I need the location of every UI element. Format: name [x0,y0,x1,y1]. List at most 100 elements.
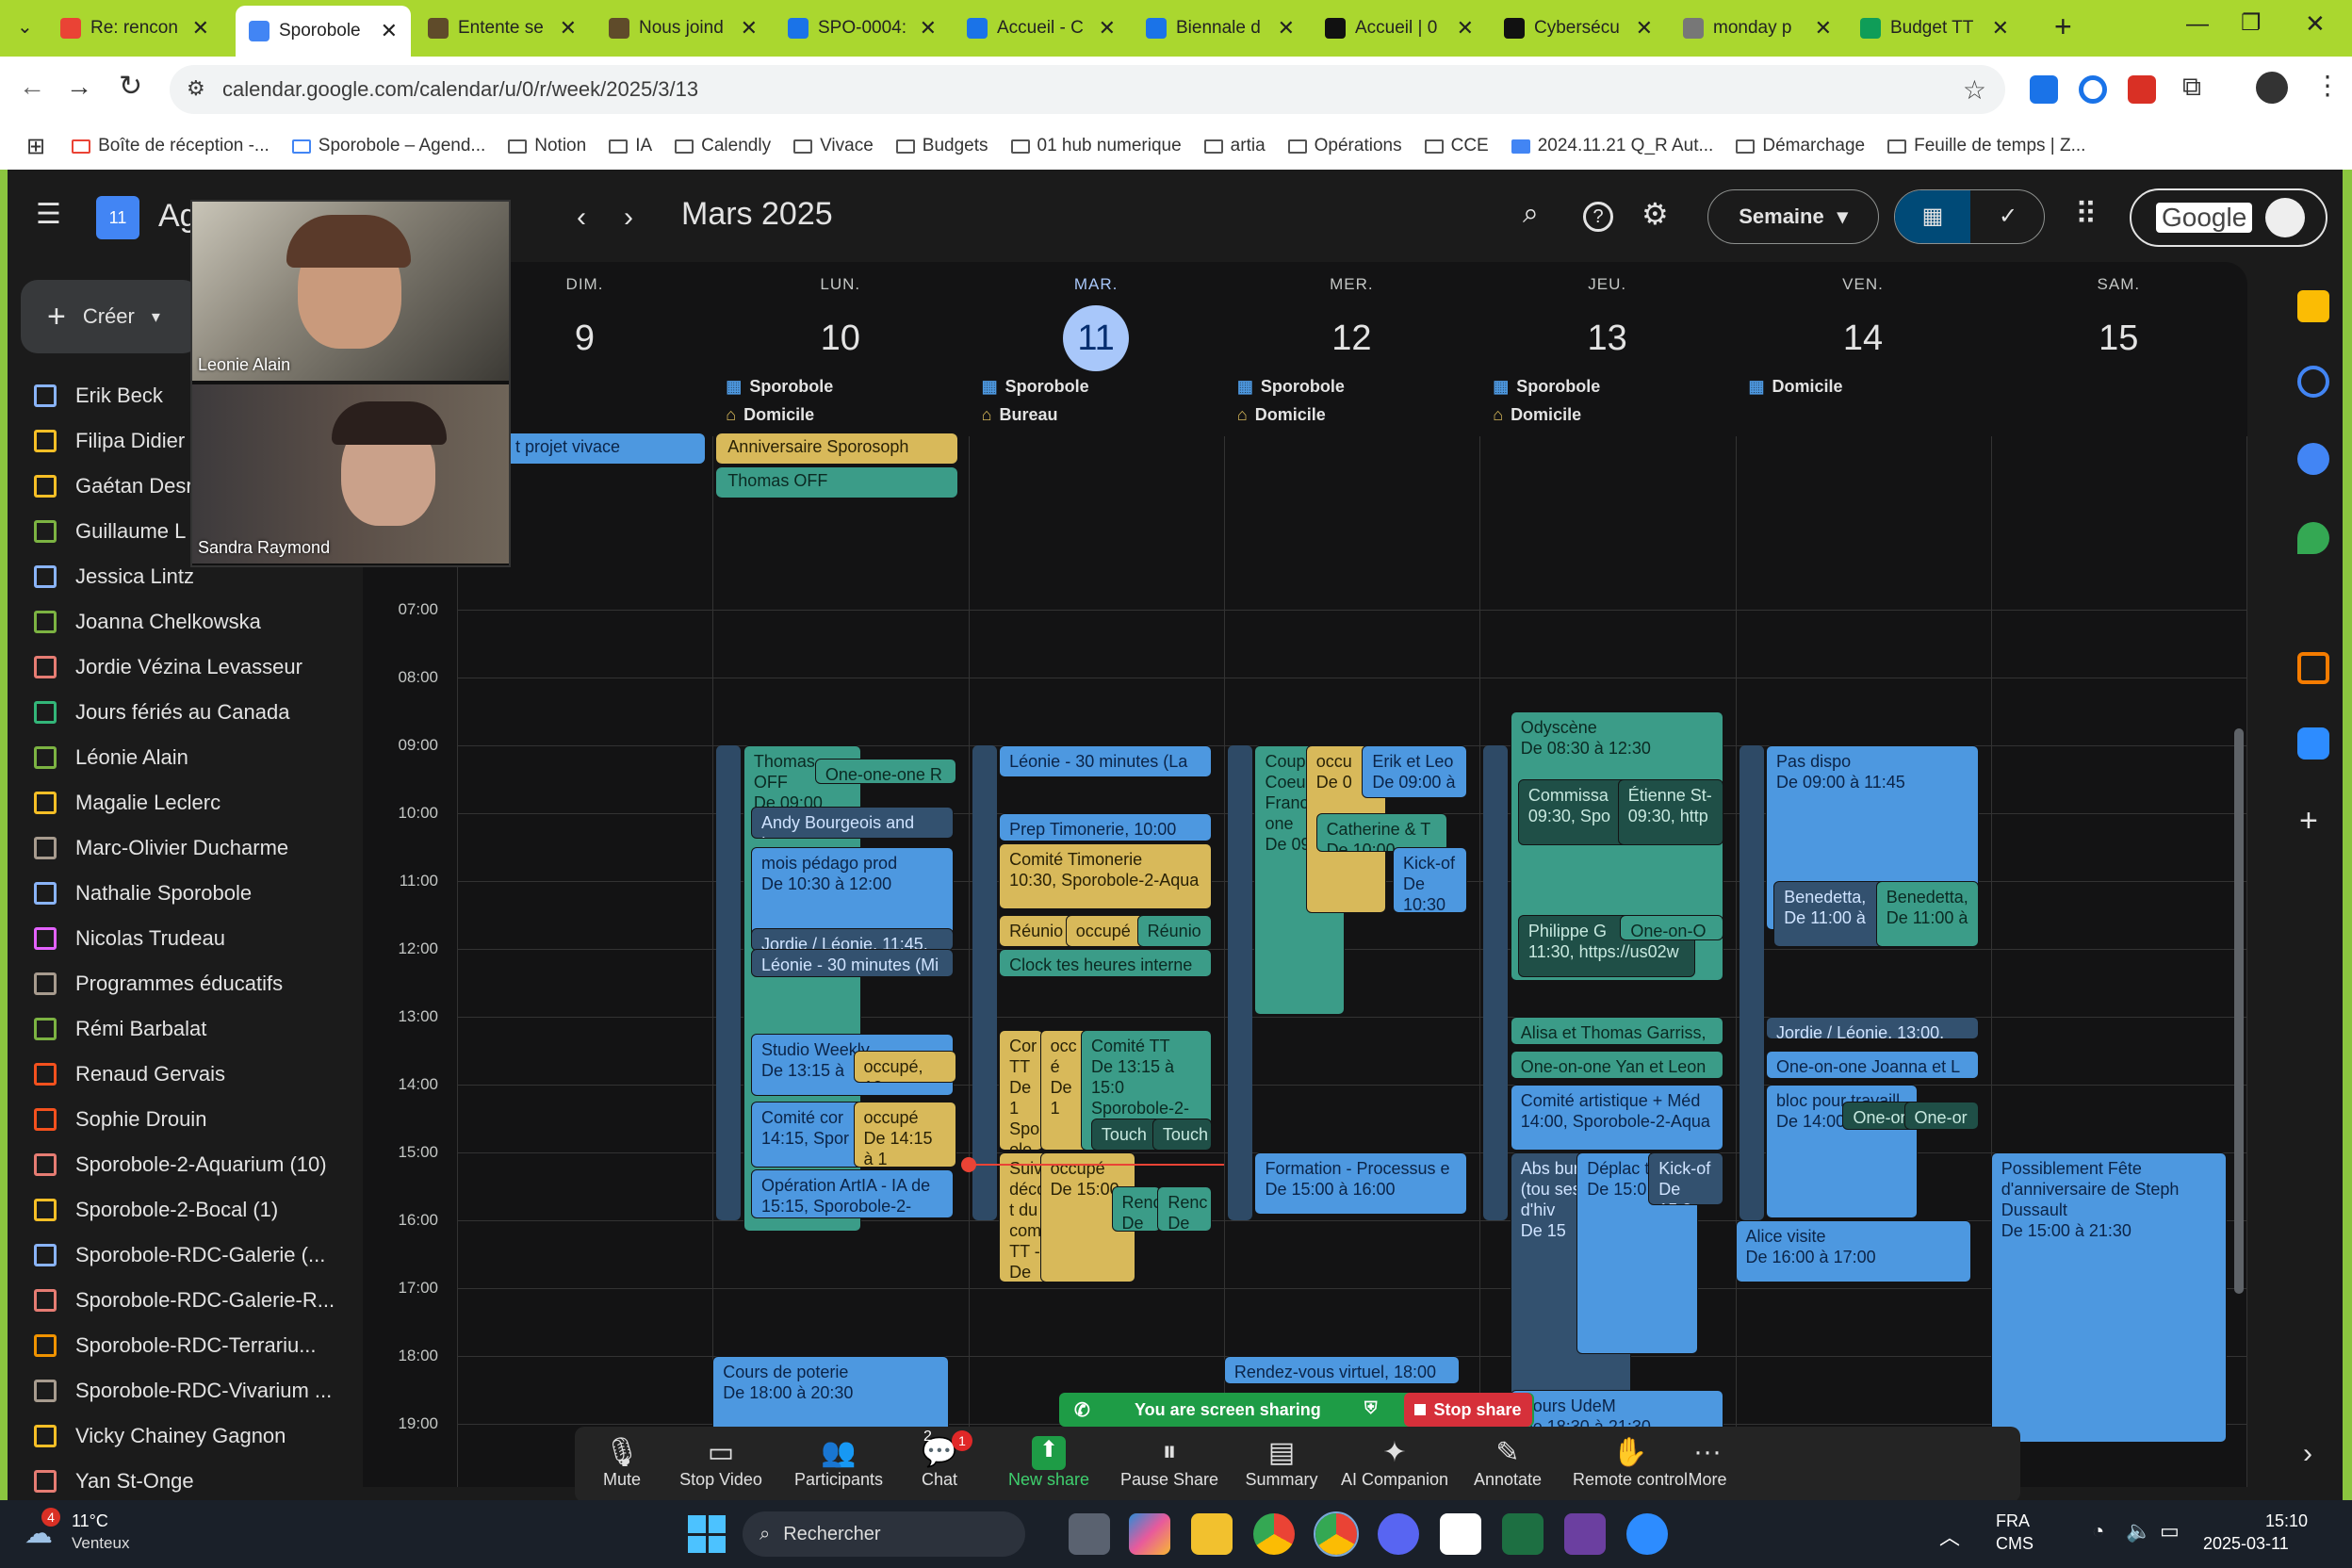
day-number[interactable]: 10 [808,305,874,371]
calendar-checkbox[interactable] [34,972,57,995]
tasks-icon[interactable] [2297,366,2329,398]
back-icon[interactable]: ← [19,72,45,102]
volume-icon[interactable]: 🔈 [2126,1519,2151,1544]
browser-tab[interactable]: Biennale d ✕ [1133,8,1308,49]
bookmark-item[interactable]: Boîte de réception -... [72,136,270,156]
day-header[interactable]: SAM. 15 [1991,275,2246,371]
calendar-event[interactable]: Léonie - 30 minutes (La [999,745,1213,777]
clock-time[interactable]: 15:10 [2265,1511,2308,1531]
browser-tab[interactable]: Accueil | 0 ✕ [1312,8,1487,49]
calendar-checkbox[interactable] [34,384,57,407]
calendar-event[interactable]: Cor TT De 1 Spo ole- [999,1030,1043,1151]
calendar-list-item[interactable]: Sporobole-RDC-Galerie-R... [34,1278,345,1323]
tab-close-icon[interactable]: ✕ [381,19,398,43]
discord-icon[interactable] [1378,1513,1419,1555]
calendar-list-item[interactable]: Sporobole-RDC-Terrariu... [34,1323,345,1368]
calendar-checkbox[interactable] [34,837,57,859]
calendar-event[interactable]: Alisa et Thomas Garriss, [1510,1017,1723,1046]
taskbar-search[interactable]: ⌕ Rechercher [743,1511,1025,1557]
working-location[interactable]: ⌂ Domicile [1493,405,1581,425]
view-selector[interactable]: Semaine ▾ [1707,189,1879,244]
day-number[interactable]: 15 [2085,305,2151,371]
calendar-event[interactable]: Jordie / Léonie, 13:00, [1766,1017,1979,1039]
add-addon-icon[interactable]: + [2299,803,2318,840]
browser-tab[interactable]: Accueil - C ✕ [954,8,1129,49]
browser-tab[interactable]: Entente se ✕ [415,8,590,49]
browser-tab[interactable]: Re: rencon ✕ [47,8,222,49]
annotate-button[interactable]: ✎ Annotate [1461,1436,1555,1490]
calendar-list-item[interactable]: Sporobole-2-Aquarium (10) [34,1142,345,1187]
calendar-event[interactable]: Catherine & T De 10:00 [1315,813,1447,853]
bookmark-item[interactable]: 01 hub numerique [1010,136,1182,156]
browser-tab[interactable]: SPO-0004: ✕ [775,8,950,49]
calendar-list-item[interactable]: Sophie Drouin [34,1097,345,1142]
expand-panel-icon[interactable]: › [2303,1438,2312,1470]
site-info-icon[interactable]: ⚙ [187,76,205,101]
calendar-event[interactable]: Rendez-vous virtuel, 18:00 [1223,1356,1461,1385]
tab-close-icon[interactable]: ✕ [1636,16,1653,41]
calendar-list-item[interactable]: Sporobole-RDC-Vivarium ... [34,1368,345,1413]
calendar-checkbox[interactable] [34,1063,57,1086]
calendar-checkbox[interactable] [34,927,57,950]
working-location[interactable]: ▦ Sporobole [726,377,833,397]
calendar-checkbox[interactable] [34,792,57,814]
lang-layout[interactable]: CMS [1996,1534,2034,1554]
bookmark-item[interactable]: IA [609,136,652,156]
working-location[interactable]: ▦ Sporobole [1493,377,1600,397]
day-header[interactable]: LUN. 10 [712,275,968,371]
tab-close-icon[interactable]: ✕ [560,16,577,41]
day-header[interactable]: VEN. 14 [1736,275,1991,371]
day-header[interactable]: JEU. 13 [1479,275,1735,371]
calendar-checkbox[interactable] [34,1289,57,1312]
pdf-extension-icon[interactable] [2128,75,2156,104]
calendar-checkbox[interactable] [34,1244,57,1266]
bookmark-item[interactable]: Calendly [675,136,771,156]
calendar-event[interactable]: Étienne St- 09:30, http [1617,779,1723,845]
bookmark-item[interactable]: Notion [508,136,586,156]
working-location[interactable]: ▦ Sporobole [1237,377,1345,397]
calendar-event[interactable]: One-on-O [1620,915,1723,940]
calendar-checkbox[interactable] [34,882,57,905]
browser-tab[interactable]: Sporobole ✕ [236,6,411,57]
participants-button[interactable]: 👥 Participants [782,1436,895,1490]
tab-close-icon[interactable]: ✕ [920,16,937,41]
bookmark-item[interactable]: Budgets [895,136,988,156]
file-explorer-icon[interactable] [1191,1513,1233,1555]
contacts-icon[interactable] [2297,443,2329,475]
calendar-checkbox[interactable] [34,1018,57,1040]
tab-close-icon[interactable]: ✕ [192,16,209,41]
calendar-checkbox[interactable] [34,611,57,633]
calendar-checkbox[interactable] [34,475,57,498]
calendar-checkbox[interactable] [34,1334,57,1357]
new-tab-button[interactable]: + [2054,9,2072,44]
calendar-checkbox[interactable] [34,1153,57,1176]
calendar-list-item[interactable]: Nicolas Trudeau [34,916,345,961]
calendar-event[interactable]: Renc De 15 [1111,1186,1161,1233]
calendar-checkbox[interactable] [34,746,57,769]
next-week-button[interactable]: › [624,202,633,234]
browser-tab[interactable]: Cybersécu ✕ [1491,8,1666,49]
calendar-event[interactable]: Renc De 15 [1157,1186,1213,1233]
zoom-icon[interactable] [1626,1513,1668,1555]
wifi-icon[interactable]: ◔ [2092,1519,2104,1544]
new-share-button[interactable]: ⬆ New share [997,1436,1101,1490]
stop-video-button[interactable]: ▭ Stop Video [669,1436,773,1490]
tab-list-chevron-icon[interactable]: ⌄ [17,15,33,39]
calendar-event[interactable]: Touch [1090,1119,1161,1151]
calendar-list-item[interactable]: Magalie Leclerc [34,780,345,825]
calendar-event[interactable]: Comité artistique + Méd 14:00, Sporobole-… [1510,1085,1723,1151]
bookmark-item[interactable]: CCE [1424,136,1489,156]
url-field[interactable]: ⚙ calendar.google.com/calendar/u/0/r/wee… [170,65,2005,114]
calendar-event[interactable]: Andy Bourgeois and Leon [750,806,955,839]
zoom-addon-icon[interactable] [2297,727,2329,760]
tab-close-icon[interactable]: ✕ [1992,16,2009,41]
calendar-list-item[interactable]: Programmes éducatifs [34,961,345,1006]
bookmark-star-icon[interactable]: ☆ [1963,74,1986,106]
maps-icon[interactable] [2297,522,2329,554]
bookmark-item[interactable]: Vivace [793,136,874,156]
minimize-button[interactable]: — [2186,11,2209,38]
tab-close-icon[interactable]: ✕ [1099,16,1116,41]
all-day-event[interactable]: Thomas OFF [716,467,957,498]
calendar-event[interactable]: Opération ArtIA - IA de 15:15, Sporobole-… [750,1169,955,1218]
addon-icon[interactable] [2297,652,2329,684]
